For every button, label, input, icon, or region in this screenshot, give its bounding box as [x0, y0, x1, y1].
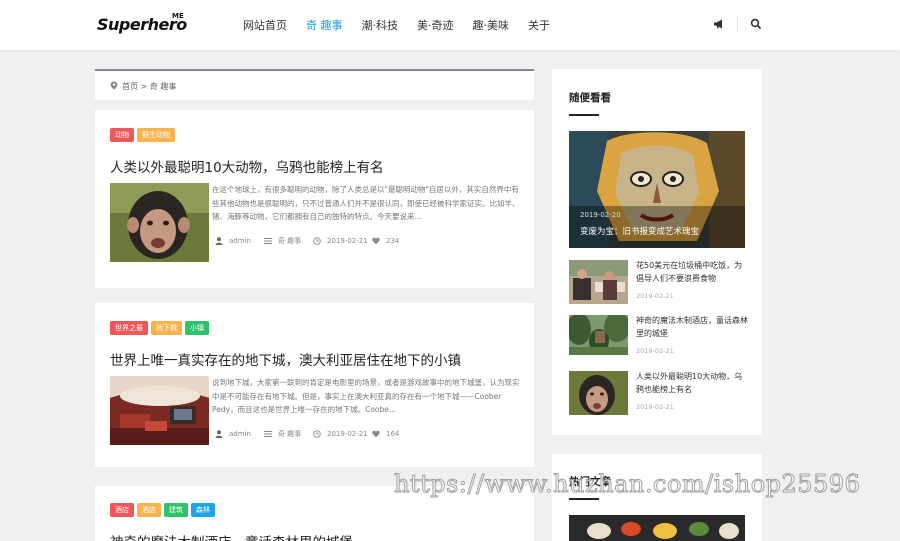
tag[interactable]: 酒店	[110, 503, 134, 517]
user-icon	[215, 430, 223, 438]
post-title[interactable]: 人类以外最聪明10大动物，乌鸦也能榜上有名	[110, 156, 384, 176]
post-likes: 234	[386, 237, 400, 245]
tag[interactable]: 森林	[191, 503, 215, 517]
site-header: Superhero ME 网站首页 奇 趣事 潮·科技 美·奇迹 趣·美味 关于	[0, 0, 900, 50]
hot-post-image[interactable]	[569, 515, 745, 541]
post-tags: 酒店 酒店 建筑 森林	[110, 503, 218, 517]
watermark: https://www.huzhan.com/ishop25596	[393, 470, 861, 499]
featured-date: 2019-02-20	[580, 211, 621, 219]
random-post-thumbnail[interactable]	[569, 315, 628, 355]
nav-about[interactable]: 关于	[528, 17, 550, 33]
breadcrumb-home[interactable]: 首页	[122, 82, 138, 91]
nav-food[interactable]: 趣·美味	[473, 17, 510, 33]
tag[interactable]: 动物	[110, 128, 134, 142]
nav-fun[interactable]: 奇 趣事	[306, 17, 343, 33]
random-post-date: 2019-02-21	[636, 347, 674, 355]
tag[interactable]: 地下城	[151, 321, 182, 335]
nav-tech[interactable]: 潮·科技	[362, 17, 399, 33]
post-excerpt: 说到地下城，大家第一联到的肯定是电影里的场景，或者是游戏故事中的地下城堡，认为现…	[212, 378, 520, 414]
post-tags: 世界之最 地下城 小镇	[110, 321, 212, 335]
sidebar-random-widget: 随便看看 2019-02-20 变废为宝：旧书报变成艺术瑰宝 花50美元在垃圾桶…	[552, 69, 762, 435]
list-icon	[264, 238, 272, 244]
random-post-title[interactable]: 人类以外最聪明10大动物，乌鸦也能榜上有名	[636, 371, 748, 396]
random-post-title[interactable]: 花50美元在垃圾桶中吃饭，为倡导人们不要浪费食物	[636, 260, 748, 285]
post-thumbnail[interactable]	[110, 183, 209, 262]
tag[interactable]: 野生动物	[137, 128, 175, 142]
random-post-thumbnail[interactable]	[569, 371, 628, 415]
post-card: 动物 野生动物 人类以外最聪明10大动物，乌鸦也能榜上有名 在这个地球上，有很多…	[95, 110, 534, 288]
post-title[interactable]: 世界上唯一真实存在的地下城，澳大利亚居住在地下的小镇	[110, 349, 461, 369]
post-card: 世界之最 地下城 小镇 世界上唯一真实存在的地下城，澳大利亚居住在地下的小镇 说…	[95, 303, 534, 467]
featured-title[interactable]: 变废为宝：旧书报变成艺术瑰宝	[580, 225, 699, 237]
breadcrumb-separator: >	[140, 82, 148, 91]
tag[interactable]: 建筑	[164, 503, 188, 517]
heart-icon[interactable]	[372, 237, 380, 245]
nav-home[interactable]: 网站首页	[243, 17, 287, 33]
post-tags: 动物 野生动物	[110, 128, 178, 142]
post-date: 2019-02-21	[327, 430, 368, 438]
post-meta: admin 奇 趣事 2019-02-21 234	[215, 236, 399, 246]
megaphone-icon[interactable]	[713, 18, 725, 30]
nav-miracle[interactable]: 美·奇迹	[417, 17, 454, 33]
featured-post[interactable]: 2019-02-20 变废为宝：旧书报变成艺术瑰宝	[569, 131, 745, 248]
post-category[interactable]: 奇 趣事	[278, 429, 301, 439]
main-nav: 网站首页 奇 趣事 潮·科技 美·奇迹 趣·美味 关于	[243, 17, 569, 33]
clock-icon	[313, 237, 321, 245]
location-pin-icon	[110, 81, 118, 90]
search-icon[interactable]	[750, 18, 762, 30]
post-meta: admin 奇 趣事 2019-02-21 164	[215, 429, 399, 439]
breadcrumb: 首页 > 奇 趣事	[95, 69, 534, 100]
widget-title-underline	[569, 498, 599, 500]
post-excerpt: 在这个地球上，有很多聪明的动物，除了人类总是以"最聪明动物"自居以外，其实自然界…	[212, 185, 520, 221]
random-post-date: 2019-02-21	[636, 292, 674, 300]
post-date: 2019-02-21	[327, 237, 368, 245]
header-divider	[737, 17, 738, 31]
logo-superscript: ME	[172, 12, 184, 20]
tag[interactable]: 世界之最	[110, 321, 148, 335]
breadcrumb-current: 奇 趣事	[149, 82, 177, 91]
list-icon	[264, 431, 272, 437]
post-author[interactable]: admin	[229, 237, 251, 245]
widget-title-underline	[569, 114, 599, 116]
post-likes: 164	[386, 430, 400, 438]
post-title[interactable]: 神奇的魔法木制酒店，童话森林里的城堡	[110, 531, 353, 541]
user-icon	[215, 237, 223, 245]
tag[interactable]: 酒店	[137, 503, 161, 517]
random-post-date: 2019-02-21	[636, 403, 674, 411]
random-post-title[interactable]: 神奇的魔法木制酒店，童话森林里的城堡	[636, 315, 748, 340]
clock-icon	[313, 430, 321, 438]
tag[interactable]: 小镇	[185, 321, 209, 335]
post-author[interactable]: admin	[229, 430, 251, 438]
post-thumbnail[interactable]	[110, 376, 209, 445]
post-category[interactable]: 奇 趣事	[278, 236, 301, 246]
random-post-thumbnail[interactable]	[569, 260, 628, 304]
heart-icon[interactable]	[372, 430, 380, 438]
widget-title: 随便看看	[569, 92, 611, 104]
